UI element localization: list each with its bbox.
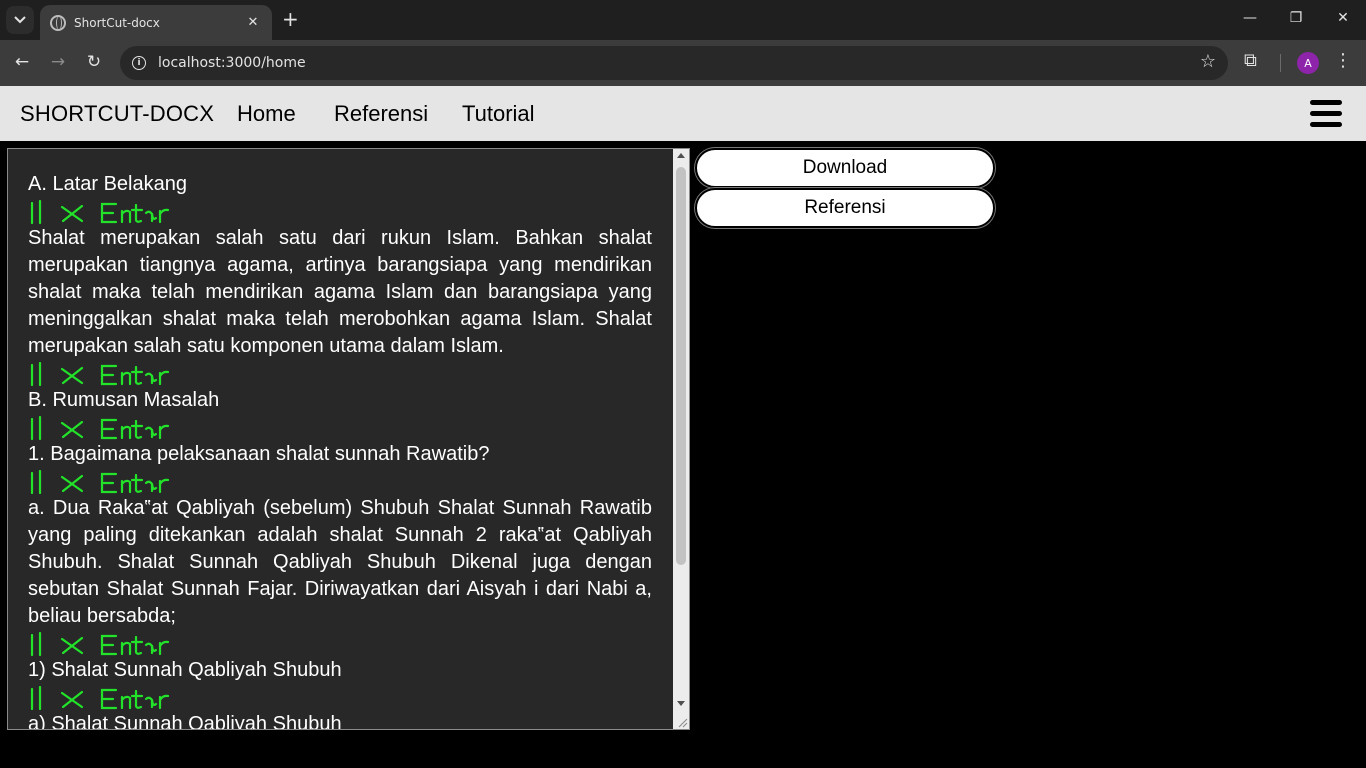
- reload-icon[interactable]: ↻: [83, 52, 105, 72]
- scroll-up-icon[interactable]: [677, 153, 685, 158]
- editor-line: a) Shalat Sunnah Qabliyah Shubuh: [28, 713, 342, 730]
- editor-line: B. Rumusan Masalah: [28, 389, 220, 411]
- document-editor[interactable]: A. Latar Belakang Shalat merupakan salah …: [7, 148, 690, 730]
- editor-line: A. Latar Belakang: [28, 173, 187, 195]
- minimize-icon[interactable]: —: [1240, 10, 1260, 26]
- tab-title: ShortCut-docx: [74, 15, 160, 30]
- site-navbar: SHORTCUT-DOCX Home Referensi Tutorial: [0, 86, 1366, 141]
- nav-link-tutorial[interactable]: Tutorial: [462, 101, 535, 127]
- handwritten-enter-mark: [28, 414, 652, 441]
- referensi-button[interactable]: Referensi: [695, 188, 995, 228]
- scroll-down-icon[interactable]: [677, 701, 685, 706]
- window-close-icon[interactable]: ✕: [1333, 10, 1353, 26]
- back-icon[interactable]: ←: [11, 52, 33, 72]
- chevron-down-icon: [14, 16, 26, 24]
- browser-menu-icon[interactable]: ⋮: [1334, 50, 1352, 71]
- address-bar[interactable]: i localhost:3000/home ☆: [120, 46, 1228, 80]
- url-text[interactable]: localhost:3000/home: [158, 55, 306, 71]
- restore-icon[interactable]: ❐: [1286, 10, 1306, 26]
- resize-grip-icon[interactable]: [676, 716, 688, 728]
- editor-paragraph: Shalat merupakan salah satu dari rukun I…: [28, 227, 652, 357]
- profile-avatar[interactable]: A: [1297, 52, 1319, 74]
- editor-line: 1. Bagaimana pelaksanaan shalat sunnah R…: [28, 443, 490, 465]
- browser-tab[interactable]: ShortCut-docx ✕: [40, 5, 272, 40]
- forward-icon[interactable]: →: [47, 52, 69, 72]
- toolbar-divider: [1280, 54, 1281, 72]
- browser-tab-bar: ShortCut-docx ✕ + — ❐ ✕: [0, 0, 1366, 40]
- site-info-icon[interactable]: i: [132, 56, 146, 70]
- handwritten-enter-mark: [28, 684, 652, 711]
- handwritten-enter-mark: [28, 468, 652, 495]
- hamburger-icon[interactable]: [1310, 100, 1342, 128]
- download-button[interactable]: Download: [695, 148, 995, 188]
- close-tab-icon[interactable]: ✕: [244, 15, 262, 30]
- brand-logo[interactable]: SHORTCUT-DOCX: [20, 101, 214, 127]
- globe-icon: [50, 14, 66, 31]
- new-tab-button[interactable]: +: [282, 9, 299, 29]
- nav-link-referensi[interactable]: Referensi: [334, 101, 428, 127]
- browser-toolbar: ← → ↻ i localhost:3000/home ☆: [0, 40, 1366, 86]
- extensions-icon[interactable]: ⧉: [1244, 50, 1257, 71]
- editor-content[interactable]: A. Latar Belakang Shalat merupakan salah …: [28, 171, 652, 730]
- editor-scrollbar[interactable]: [673, 149, 689, 729]
- editor-paragraph: a. Dua Raka‟at Qabliyah (sebelum) Shubuh…: [28, 497, 652, 627]
- handwritten-enter-mark: [28, 360, 652, 387]
- tab-search-button[interactable]: [6, 6, 34, 34]
- handwritten-enter-mark: [28, 630, 652, 657]
- handwritten-enter-mark: [28, 198, 652, 225]
- scroll-thumb[interactable]: [676, 167, 686, 565]
- nav-link-home[interactable]: Home: [237, 101, 296, 127]
- bookmark-star-icon[interactable]: ☆: [1200, 51, 1216, 72]
- editor-line: 1) Shalat Sunnah Qabliyah Shubuh: [28, 659, 342, 681]
